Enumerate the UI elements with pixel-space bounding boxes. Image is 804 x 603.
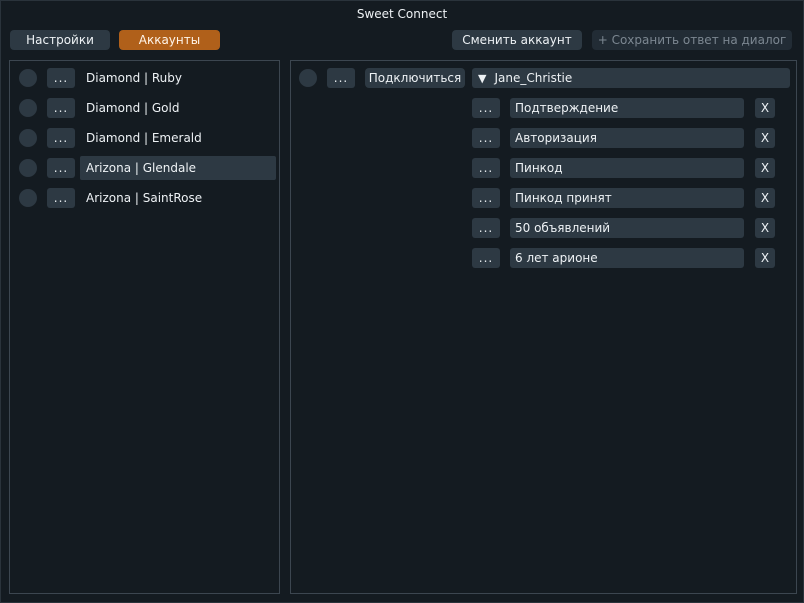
connection-status-indicator[interactable] bbox=[299, 69, 317, 87]
app-window: Sweet Connect Настройки Аккаунты Сменить… bbox=[0, 0, 804, 603]
reply-menu-button[interactable]: ... bbox=[472, 158, 500, 178]
account-menu-button[interactable]: ... bbox=[47, 158, 75, 178]
status-indicator[interactable] bbox=[19, 159, 37, 177]
remove-reply-button[interactable]: X bbox=[755, 218, 775, 238]
account-label[interactable]: Diamond | Ruby bbox=[80, 66, 276, 90]
save-reply-button[interactable]: + Сохранить ответ на диалог bbox=[592, 30, 792, 50]
account-detail-panel: ... Подключиться ▼ Jane_Christie ... Подт… bbox=[290, 60, 797, 594]
reply-menu-button[interactable]: ... bbox=[472, 128, 500, 148]
detail-menu-button[interactable]: ... bbox=[327, 68, 355, 88]
remove-reply-button[interactable]: X bbox=[755, 158, 775, 178]
reply-text[interactable]: 6 лет арионе bbox=[510, 248, 744, 268]
reply-menu-button[interactable]: ... bbox=[472, 188, 500, 208]
reply-text[interactable]: Пинкод принят bbox=[510, 188, 744, 208]
status-indicator[interactable] bbox=[19, 129, 37, 147]
reply-text[interactable]: Авторизация bbox=[510, 128, 744, 148]
reply-text[interactable]: 50 объявлений bbox=[510, 218, 744, 238]
settings-tab[interactable]: Настройки bbox=[10, 30, 110, 50]
remove-reply-button[interactable]: X bbox=[755, 128, 775, 148]
window-title: Sweet Connect bbox=[356, 7, 448, 21]
account-label[interactable]: Diamond | Gold bbox=[80, 96, 276, 120]
account-menu-button[interactable]: ... bbox=[47, 188, 75, 208]
reply-menu-button[interactable]: ... bbox=[472, 218, 500, 238]
account-label[interactable]: Diamond | Emerald bbox=[80, 126, 276, 150]
connect-button[interactable]: Подключиться bbox=[365, 68, 465, 88]
account-label-selected[interactable]: Arizona | Glendale bbox=[80, 156, 276, 180]
switch-account-button[interactable]: Сменить аккаунт bbox=[452, 30, 582, 50]
account-menu-button[interactable]: ... bbox=[47, 128, 75, 148]
reply-menu-button[interactable]: ... bbox=[472, 248, 500, 268]
chevron-down-icon: ▼ bbox=[478, 72, 487, 85]
status-indicator[interactable] bbox=[19, 189, 37, 207]
reply-menu-button[interactable]: ... bbox=[472, 98, 500, 118]
remove-reply-button[interactable]: X bbox=[755, 188, 775, 208]
character-dropdown[interactable]: ▼ Jane_Christie bbox=[472, 68, 790, 88]
remove-reply-button[interactable]: X bbox=[755, 248, 775, 268]
account-menu-button[interactable]: ... bbox=[47, 68, 75, 88]
account-label[interactable]: Arizona | SaintRose bbox=[80, 186, 276, 210]
character-name: Jane_Christie bbox=[494, 71, 573, 85]
accounts-tab[interactable]: Аккаунты bbox=[119, 30, 220, 50]
account-menu-button[interactable]: ... bbox=[47, 98, 75, 118]
status-indicator[interactable] bbox=[19, 69, 37, 87]
accounts-panel: ... Diamond | Ruby ... Diamond | Gold ..… bbox=[9, 60, 280, 594]
remove-reply-button[interactable]: X bbox=[755, 98, 775, 118]
status-indicator[interactable] bbox=[19, 99, 37, 117]
reply-text[interactable]: Пинкод bbox=[510, 158, 744, 178]
reply-text[interactable]: Подтверждение bbox=[510, 98, 744, 118]
